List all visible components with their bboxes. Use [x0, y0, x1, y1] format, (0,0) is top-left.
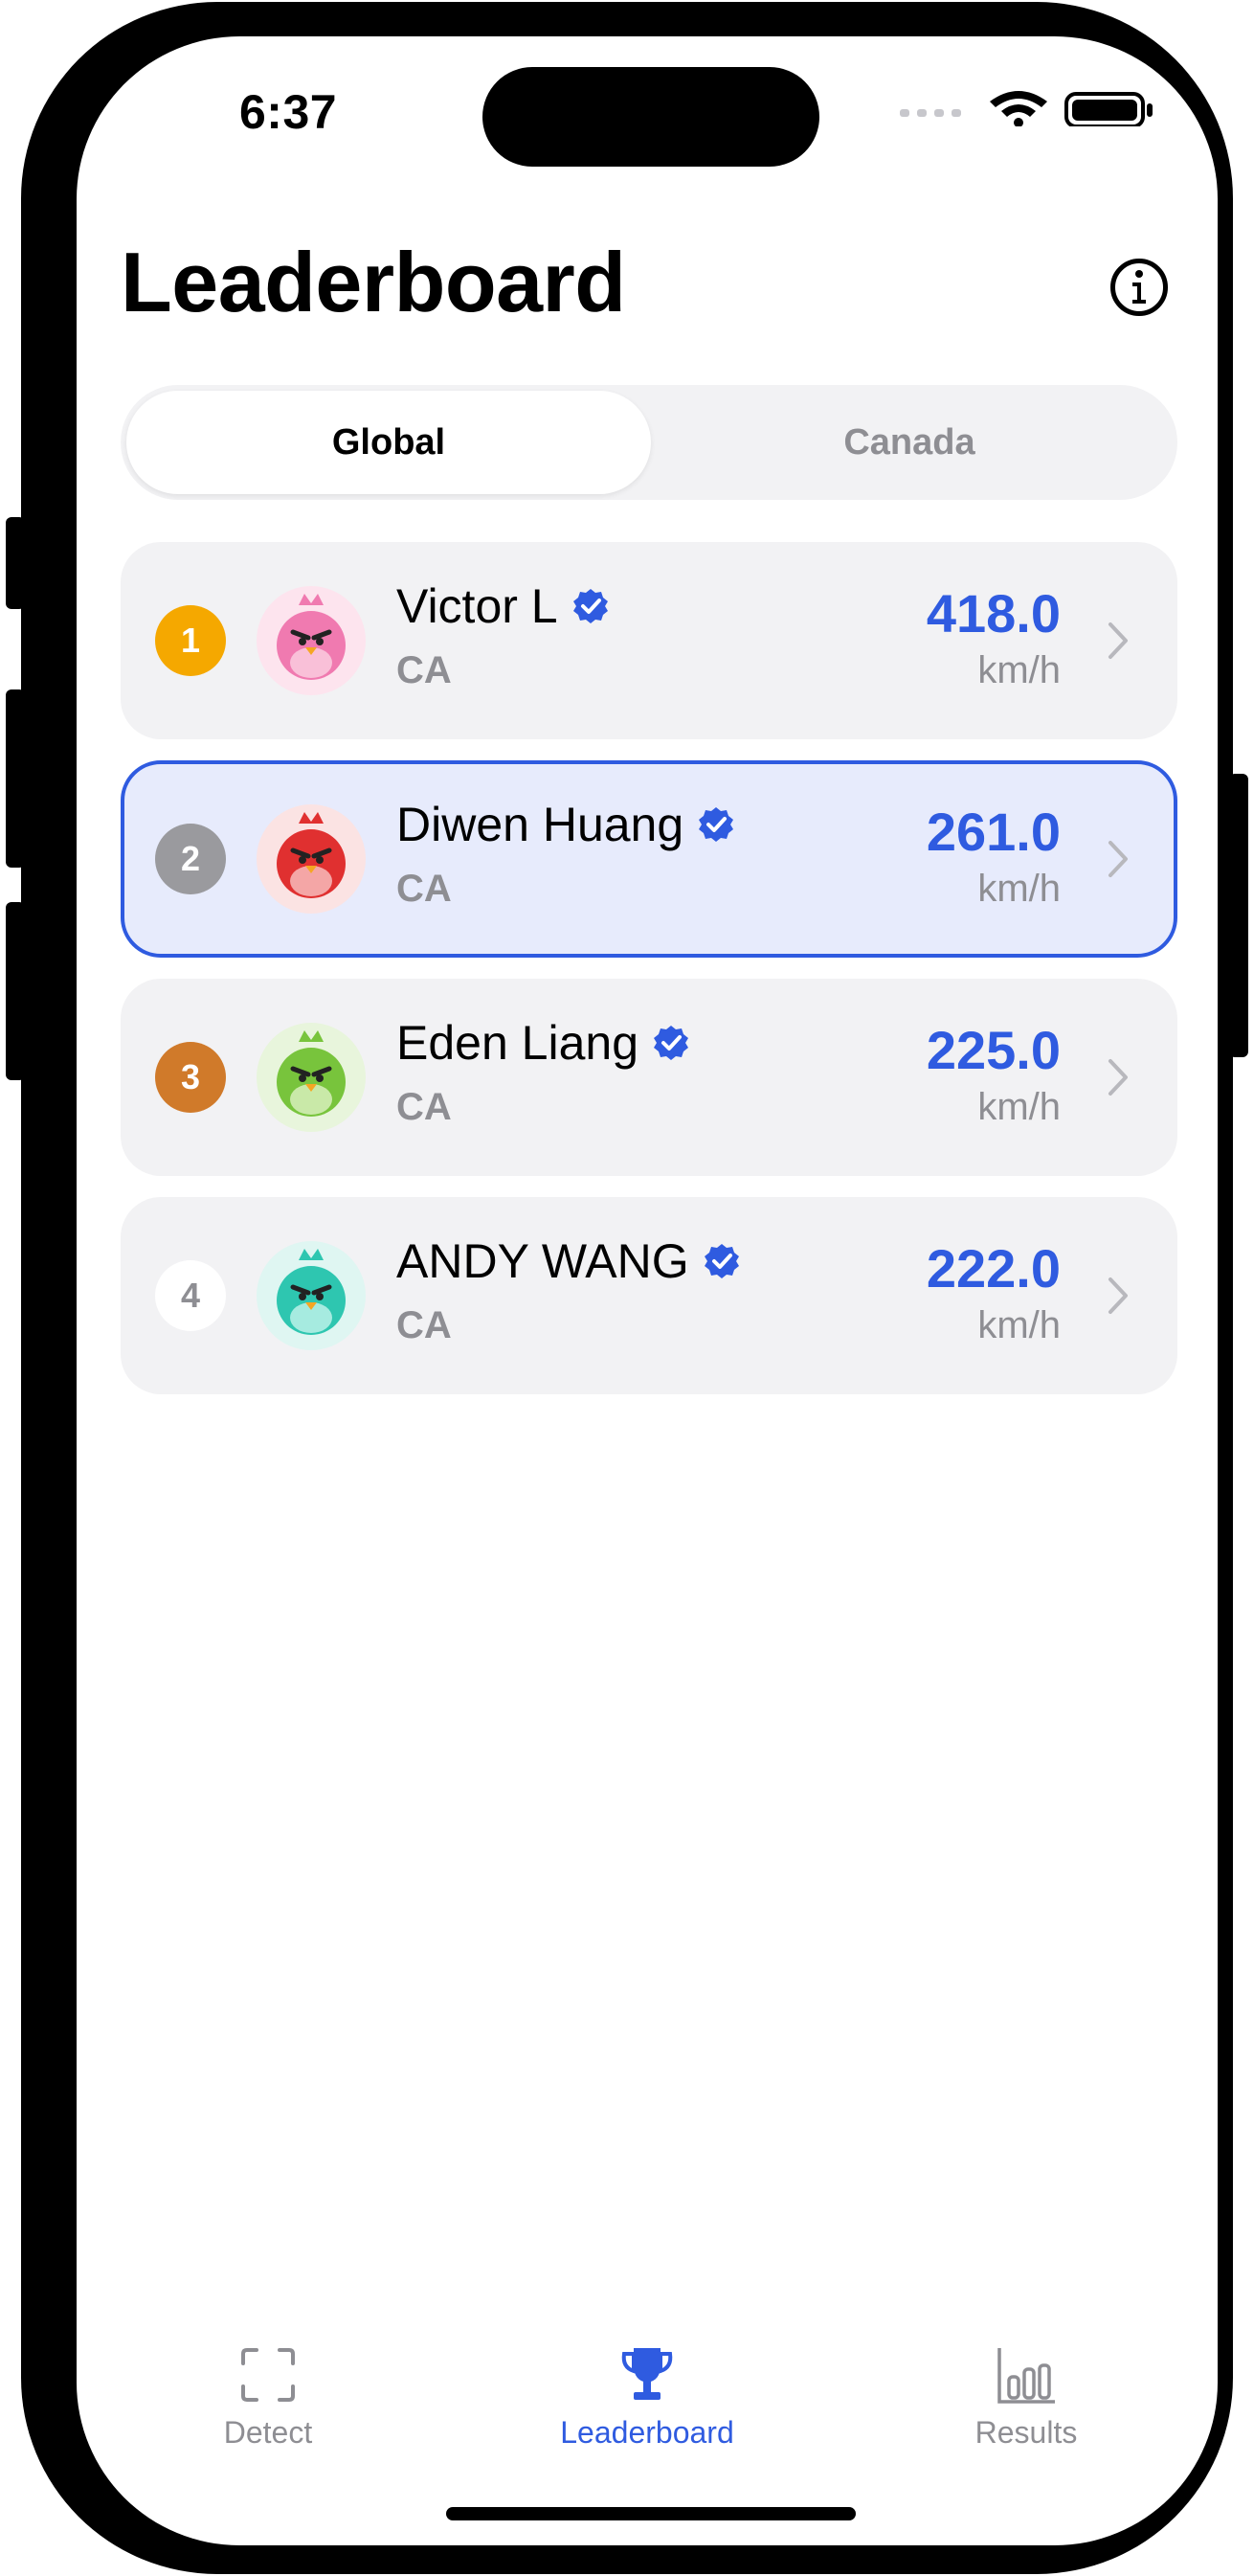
player-country: CA	[396, 868, 452, 910]
player-name: ANDY WANG	[396, 1233, 741, 1289]
player-name-text: ANDY WANG	[396, 1234, 689, 1288]
phone-screen: 6:37 Leaderboard Global Canada 1 Victor …	[77, 36, 1218, 2545]
tab-detect[interactable]: Detect	[153, 2344, 383, 2451]
bird-avatar-icon	[277, 812, 346, 898]
home-indicator	[446, 2507, 856, 2520]
bar-chart-icon	[997, 2348, 1055, 2404]
bird-avatar-icon	[277, 1249, 346, 1335]
tab-results-label: Results	[974, 2415, 1078, 2450]
leaderboard-row[interactable]: 3 Eden Liang CA 225.0 km/h	[121, 979, 1177, 1176]
rank-badge: 2	[155, 824, 226, 894]
segment-canada[interactable]: Canada	[647, 391, 1172, 494]
avatar	[257, 1023, 366, 1132]
player-speed: 225.0	[926, 1020, 1061, 1080]
avatar	[257, 586, 366, 695]
tab-detect-label: Detect	[223, 2415, 313, 2450]
verified-badge-icon	[572, 589, 608, 623]
player-country: CA	[396, 649, 452, 691]
tab-leaderboard[interactable]: Leaderboard	[532, 2344, 762, 2451]
leaderboard-row[interactable]: 4 ANDY WANG CA 222.0 km/h	[121, 1197, 1177, 1394]
speed-unit: km/h	[977, 649, 1061, 691]
phone-frame: 6:37 Leaderboard Global Canada 1 Victor …	[21, 2, 1233, 2574]
player-name: Victor L	[396, 578, 610, 634]
rank-badge: 1	[155, 605, 226, 676]
leaderboard-row-current-user[interactable]: 2 Diwen Huang CA 261.0 km/h	[121, 760, 1177, 958]
player-speed: 261.0	[926, 802, 1061, 862]
info-icon	[1132, 270, 1146, 304]
player-country: CA	[396, 1086, 452, 1128]
tab-results[interactable]: Results	[911, 2344, 1141, 2451]
rank-badge: 4	[155, 1260, 226, 1331]
chevron-right-icon	[1108, 1059, 1128, 1096]
player-name-text: Diwen Huang	[396, 798, 684, 851]
cellular-icon	[900, 109, 961, 117]
leaderboard-row[interactable]: 1 Victor L CA 418.0 km/h	[121, 542, 1177, 739]
player-speed: 418.0	[926, 583, 1061, 644]
dynamic-island	[482, 67, 819, 167]
verified-badge-icon	[654, 1026, 689, 1060]
bird-avatar-icon	[277, 594, 346, 680]
segment-global[interactable]: Global	[126, 391, 651, 494]
wifi-icon	[990, 91, 1047, 126]
player-name: Eden Liang	[396, 1015, 690, 1071]
tab-leaderboard-label: Leaderboard	[560, 2415, 734, 2450]
rank-badge: 3	[155, 1042, 226, 1113]
battery-icon	[1064, 92, 1153, 126]
speed-unit: km/h	[977, 1304, 1061, 1346]
bird-avatar-icon	[277, 1030, 346, 1117]
avatar	[257, 804, 366, 914]
player-name-text: Victor L	[396, 579, 558, 633]
chevron-right-icon	[1108, 622, 1128, 659]
status-icons	[900, 91, 1153, 126]
verified-badge-icon	[699, 807, 734, 842]
player-name-text: Eden Liang	[396, 1016, 639, 1070]
page-title: Leaderboard	[121, 235, 626, 329]
verified-badge-icon	[704, 1244, 739, 1278]
player-speed: 222.0	[926, 1238, 1061, 1299]
chevron-right-icon	[1108, 841, 1128, 877]
player-name: Diwen Huang	[396, 797, 735, 852]
scan-frame-icon	[241, 2348, 295, 2402]
trophy-icon	[621, 2348, 673, 2400]
player-country: CA	[396, 1304, 452, 1346]
region-segmented-control: Global Canada	[121, 385, 1177, 500]
speed-unit: km/h	[977, 1086, 1061, 1128]
status-time: 6:37	[239, 85, 338, 139]
avatar	[257, 1241, 366, 1350]
speed-unit: km/h	[977, 868, 1061, 910]
info-button[interactable]	[1110, 259, 1168, 316]
chevron-right-icon	[1108, 1277, 1128, 1314]
